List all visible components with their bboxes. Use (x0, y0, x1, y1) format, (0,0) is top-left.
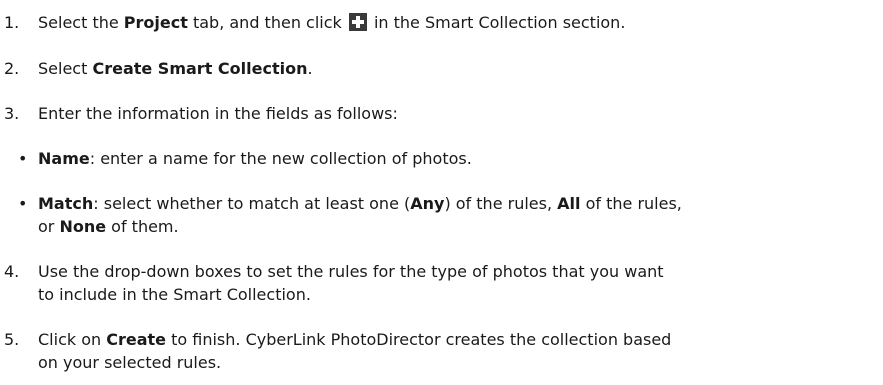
create-smart-collection-label: Create Smart Collection (92, 59, 308, 78)
text-run: : enter a name for the new collection of… (89, 149, 472, 168)
step-text-line-2: to include in the Smart Collection. (38, 285, 311, 304)
bullet-text-line-1: Match: select whether to match at least … (38, 193, 843, 214)
field-label-match: Match (38, 194, 94, 213)
bullet-text-line-2: or None of them. (38, 216, 843, 237)
field-label-name: Name (38, 149, 90, 168)
text-run: . (307, 59, 313, 78)
step-number: 1. (4, 13, 20, 32)
text-run: Select (38, 59, 93, 78)
step-number: 4. (4, 262, 20, 281)
step-number: 5. (4, 330, 20, 349)
step-text-line-1: Click on Create to finish. CyberLink Pho… (38, 329, 843, 350)
option-none: None (59, 217, 107, 236)
option-any: Any (410, 194, 445, 213)
step-text: Select Create Smart Collection. (38, 58, 843, 79)
text-run: in the Smart Collection section. (368, 13, 626, 32)
step-text-line-1: Use the drop-down boxes to set the rules… (38, 262, 664, 281)
option-all: All (557, 194, 581, 213)
project-tab-label: Project (123, 13, 188, 32)
document-page: 1. Select the Project tab, and then clic… (0, 0, 883, 385)
text-run: Click on (38, 330, 107, 349)
text-run: of the rules, (580, 194, 682, 213)
step-text-line-2: on your selected rules. (38, 353, 222, 372)
step-text: Enter the information in the fields as f… (38, 104, 398, 123)
text-run: ) of the rules, (444, 194, 558, 213)
bullet-marker: • (18, 194, 28, 213)
bullet-marker: • (18, 149, 28, 168)
step-number: 2. (4, 59, 20, 78)
text-run: tab, and then click (187, 13, 347, 32)
text-run: or (38, 217, 60, 236)
step-text: Select the Project tab, and then click i… (38, 12, 843, 33)
text-run: : select whether to match at least one ( (93, 194, 411, 213)
text-run: Select the (38, 13, 124, 32)
text-run: to finish. CyberLink PhotoDirector creat… (166, 330, 672, 349)
text-run: of them. (106, 217, 179, 236)
bullet-text: Name: enter a name for the new collectio… (38, 148, 843, 169)
step-number: 3. (4, 104, 20, 123)
plus-icon (348, 13, 367, 31)
create-button-label: Create (106, 330, 167, 349)
